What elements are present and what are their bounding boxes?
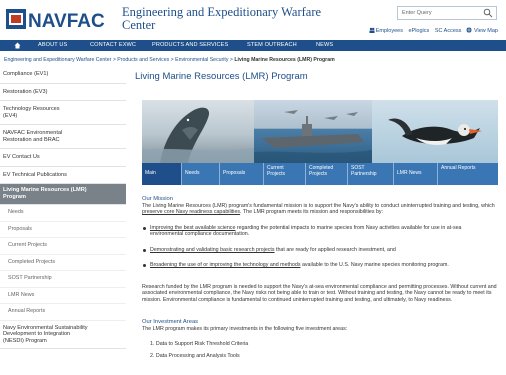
readiness-link[interactable]: preserve core Navy readiness capabilitie… [142, 209, 240, 215]
demonstrating-link[interactable]: Demonstrating and validating basic resea… [150, 247, 275, 253]
page-title: Living Marine Resources (LMR) Program [135, 71, 308, 82]
tab-lmr-news[interactable]: LMR News [394, 163, 438, 185]
tab-needs[interactable]: Needs [182, 163, 220, 185]
site-header: NAVFAC Engineering and Expeditionary War… [0, 0, 506, 40]
nav-news[interactable]: NEWS [316, 42, 333, 48]
sidebar-subitem-sost-partnership[interactable]: SOST Partnership [0, 271, 126, 288]
sidebar-item-nesdi-program[interactable]: Navy Environmental Sustainability Develo… [0, 320, 126, 349]
bullet-text: available to the U.S. Navy marine specie… [300, 262, 449, 268]
sidebar-item-technology-resources[interactable]: Technology Resources (EV4) [0, 101, 126, 125]
sidebar-subitem-current-projects[interactable]: Current Projects [0, 238, 126, 255]
logo-text: NAVFAC [28, 11, 105, 32]
mission-intro: The Living Marine Resources (LMR) progra… [142, 203, 498, 216]
puffin-photo [372, 100, 498, 163]
sidebar-item-restoration[interactable]: Restoration (EV3) [0, 83, 126, 101]
sidebar-item-ev-technical-publications[interactable]: EV Technical Publications [0, 166, 126, 184]
list-item: Demonstrating and validating basic resea… [143, 247, 496, 253]
bullet-text: that are ready for applied research inve… [274, 247, 396, 253]
investment-heading: Our Investment Areas [142, 319, 199, 325]
bullet-icon [143, 264, 146, 267]
sc-access-link[interactable]: SC Access [435, 28, 462, 34]
nav-contact-exwc[interactable]: CONTACT EXWC [90, 42, 136, 48]
employees-link[interactable]: Employees [376, 28, 403, 34]
home-icon[interactable] [14, 42, 21, 49]
search-placeholder: Enter Query [402, 10, 432, 16]
sidebar-item-compliance[interactable]: Compliance (EV1) [0, 66, 126, 84]
eplogics-link[interactable]: ePlogics [408, 28, 429, 34]
whale-photo [142, 100, 254, 163]
list-item: Improving the best available science reg… [143, 225, 496, 238]
sidebar-subitem-proposals[interactable]: Proposals [0, 222, 126, 238]
sidebar-subitem-completed-projects[interactable]: Completed Projects [0, 255, 126, 271]
bullet-icon [143, 249, 146, 252]
tab-annual-reports[interactable]: Annual Reports [438, 163, 498, 185]
view-map-link[interactable]: View Map [474, 28, 498, 34]
sidebar-subitem-needs[interactable]: Needs [0, 205, 126, 222]
search-icon[interactable] [483, 8, 493, 18]
tab-current-projects[interactable]: Current Projects [264, 163, 306, 185]
utility-links: Employees ePlogics SC Access View Map [369, 27, 498, 34]
mission-intro-end: . The LMR program meets its mission and … [240, 209, 384, 216]
sidebar: Compliance (EV1) Restoration (EV3) Techn… [0, 66, 126, 349]
breadcrumb: Engineering and Expeditionary Warfare Ce… [4, 57, 504, 63]
top-navigation: ABOUT US CONTACT EXWC PRODUCTS AND SERVI… [0, 40, 506, 51]
nav-products-and-services[interactable]: PRODUCTS AND SERVICES [152, 42, 228, 48]
tab-completed-projects[interactable]: Completed Projects [306, 163, 348, 185]
tab-proposals[interactable]: Proposals [220, 163, 264, 185]
tab-main[interactable]: Main [142, 163, 182, 185]
sidebar-item-navfac-environmental[interactable]: NAVFAC Environmental Restoration and BRA… [0, 125, 126, 149]
bullet-icon [143, 227, 146, 230]
list-item: 1. Data to Support Risk Threshold Criter… [150, 341, 249, 347]
investment-intro: The LMR program makes its primary invest… [142, 326, 348, 332]
sidebar-subitem-lmr-news[interactable]: LMR News [0, 288, 126, 304]
nav-about-us[interactable]: ABOUT US [38, 42, 67, 48]
people-icon [369, 27, 375, 33]
funding-paragraph: Research funded by the LMR program is ne… [142, 284, 497, 303]
breadcrumb-item[interactable]: Products and Services [117, 57, 169, 63]
sidebar-subitem-annual-reports[interactable]: Annual Reports [0, 304, 126, 321]
section-tabs: Main Needs Proposals Current Projects Co… [142, 163, 498, 185]
navfac-logo[interactable]: NAVFAC [6, 6, 116, 32]
carrier-photo [254, 100, 372, 163]
banner-images [142, 100, 498, 163]
mission-intro-text: The Living Marine Resources (LMR) progra… [142, 203, 495, 209]
org-title: Engineering and Expeditionary Warfare Ce… [122, 5, 322, 32]
search-input[interactable]: Enter Query [397, 6, 497, 20]
breadcrumb-current: Living Marine Resources (LMR) Program [234, 57, 335, 63]
globe-icon [466, 27, 472, 33]
breadcrumb-item[interactable]: Environmental Security [175, 57, 228, 63]
sidebar-item-lmr-program[interactable]: Living Marine Resources (LMR) Program [0, 184, 126, 205]
breadcrumb-item[interactable]: Engineering and Expeditionary Warfare Ce… [4, 57, 111, 63]
tab-sost-partnership[interactable]: SOST Partnership [348, 163, 394, 185]
list-item: 2. Data Processing and Analysis Tools [150, 353, 240, 359]
best-science-link[interactable]: Improving the best available science [150, 225, 235, 231]
mission-heading: Our Mission [142, 196, 173, 202]
sidebar-item-ev-contact-us[interactable]: EV Contact Us [0, 149, 126, 167]
list-item: Broadening the use of or improving the t… [143, 262, 496, 268]
broadening-link[interactable]: Broadening the use of or improving the t… [150, 262, 300, 268]
nav-stem-outreach[interactable]: STEM OUTREACH [247, 42, 297, 48]
